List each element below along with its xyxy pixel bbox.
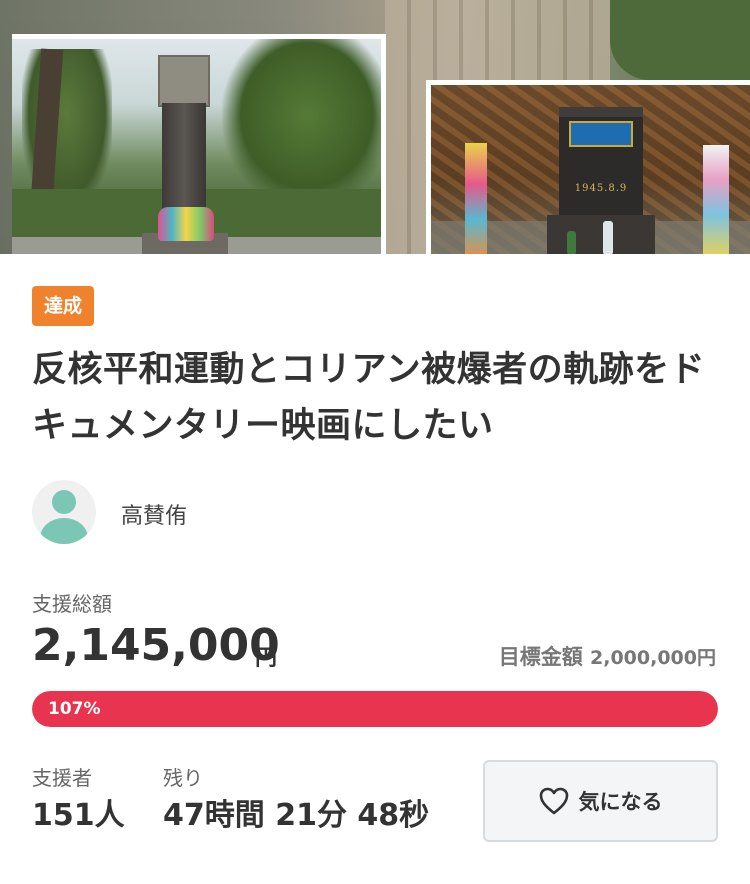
hero-image: 1945.8.9 [0,0,750,254]
paper-cranes [703,145,729,254]
owner-name[interactable]: 高賛侑 [121,498,187,530]
goal-amount: 目標金額 2,000,000円 [499,641,716,671]
favorite-button[interactable]: 気になる [483,760,718,842]
progress-bar: 107% [32,691,718,727]
remaining-time: 47時間 21分 48秒 [163,798,430,833]
favorite-label: 気になる [578,790,663,814]
status-badge: 達成 [32,286,95,326]
remaining-label: 残り [163,766,203,790]
monument-date: 1945.8.9 [574,183,628,194]
paper-cranes [158,207,214,241]
heart-outline-icon [539,787,568,815]
owner-avatar[interactable] [32,480,96,544]
background-tree [610,0,750,80]
total-label: 支援総額 [32,592,112,616]
monument-top [158,55,210,107]
monument-plaque [569,121,633,147]
total-amount: 2,145,000 [32,620,280,671]
memorial-photo-right: 1945.8.9 [426,80,750,254]
supporters-count: 151人 [32,798,125,833]
project-title: 反核平和運動とコリアン被爆者の軌跡をドキュメンタリー映画にしたい [32,350,706,446]
goal-label: 目標金額 [498,645,583,669]
paper-cranes [465,143,487,254]
progress-percent: 107% [48,699,101,719]
avatar-body [40,518,88,544]
avatar-head [52,490,76,514]
supporters-label: 支援者 [32,766,92,790]
goal-value: 2,000,000円 [590,647,716,669]
progress-fill [32,691,718,727]
memorial-photo-left [12,34,386,254]
total-unit: 円 [255,646,278,671]
